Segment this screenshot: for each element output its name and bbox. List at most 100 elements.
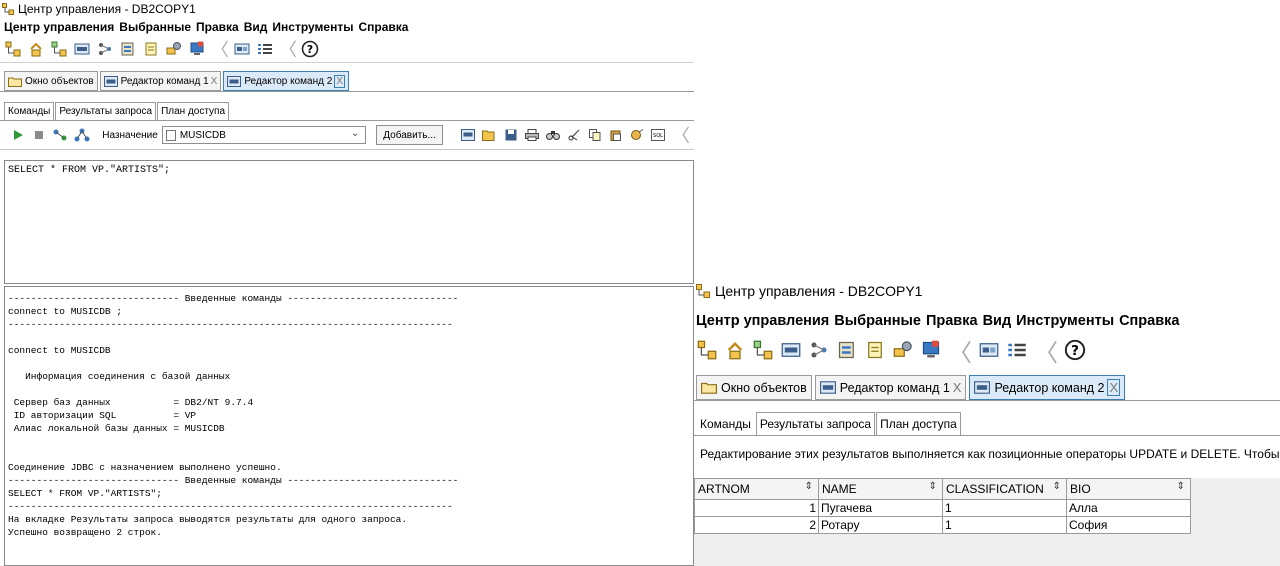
table-cell[interactable]: 2 (694, 516, 819, 534)
menu-edit[interactable]: Правка (196, 20, 239, 34)
journal-icon[interactable] (836, 339, 858, 361)
paste-icon[interactable] (609, 126, 624, 144)
contents-icon[interactable] (978, 339, 1000, 361)
tab-object-view[interactable]: Окно объектов (696, 375, 812, 400)
print-icon[interactable] (524, 126, 539, 144)
table-cell[interactable]: Пугачева (818, 499, 943, 517)
notes-icon[interactable] (864, 339, 886, 361)
column-header-artnom[interactable]: ARTNOM ⇕ (694, 478, 819, 500)
subtab-commands[interactable]: Команды (696, 412, 755, 435)
table-row: 2 Ротару 1 София (694, 516, 1191, 534)
notes-icon[interactable] (142, 40, 160, 58)
menu-help[interactable]: Справка (1119, 313, 1179, 329)
object-tree-icon[interactable] (4, 40, 22, 58)
tab-command-editor-2[interactable]: Редактор команд 2 X (223, 71, 349, 91)
table-cell[interactable]: Алла (1066, 499, 1191, 517)
explain-icon[interactable] (52, 126, 68, 144)
access-plan-icon[interactable] (74, 126, 90, 144)
output-line: Успешно возвращено 2 строк. (8, 527, 162, 538)
task-center-icon[interactable] (808, 339, 830, 361)
menu-view[interactable]: Вид (983, 313, 1012, 329)
table-cell[interactable]: София (1066, 516, 1191, 534)
output-line: На вкладке Результаты запроса выводятся … (8, 514, 408, 525)
open-folder-icon[interactable] (482, 126, 497, 144)
toolbar-separator: 〈 (211, 40, 229, 60)
list-icon[interactable] (1006, 339, 1028, 361)
journal-icon[interactable] (119, 40, 137, 58)
connect-icon[interactable] (50, 40, 68, 58)
tab-command-editor-1[interactable]: Редактор команд 1 X (814, 375, 967, 400)
sql-editor[interactable]: SELECT * FROM VP."ARTISTS"; (4, 160, 694, 284)
menu-view[interactable]: Вид (244, 20, 268, 34)
menu-bar: Центр управления Выбранные Правка Вид Ин… (694, 308, 1280, 334)
object-detail-icon[interactable] (27, 40, 45, 58)
add-button[interactable]: Добавить... (376, 125, 443, 145)
menu-control-center[interactable]: Центр управления (4, 20, 114, 34)
list-icon[interactable] (256, 40, 274, 58)
connect-icon[interactable] (752, 339, 774, 361)
find-icon[interactable] (545, 126, 560, 144)
tab-object-view[interactable]: Окно объектов (4, 71, 98, 91)
close-tab-icon[interactable]: X (334, 74, 345, 88)
column-header-classification[interactable]: CLASSIFICATION ⇕ (942, 478, 1067, 500)
command-editor-icon[interactable] (780, 339, 802, 361)
column-header-bio[interactable]: BIO ⇕ (1066, 478, 1191, 500)
sql-assist-icon[interactable]: SQL (651, 126, 666, 144)
sort-icon[interactable]: ⇕ (1177, 481, 1185, 492)
command-editor-icon (227, 75, 242, 87)
sort-icon[interactable]: ⇕ (805, 481, 813, 492)
health-center-icon[interactable] (188, 40, 206, 58)
object-tree-icon[interactable] (696, 339, 718, 361)
help-icon[interactable]: ? (301, 40, 319, 58)
sort-icon[interactable]: ⇕ (929, 481, 937, 492)
table-cell[interactable]: Ротару (818, 516, 943, 534)
new-script-icon[interactable] (461, 126, 476, 144)
table-cell[interactable]: 1 (694, 499, 819, 517)
table-cell[interactable]: 1 (942, 499, 1067, 517)
menu-tools[interactable]: Инструменты (1016, 313, 1114, 329)
subtab-access-plan[interactable]: План доступа (876, 412, 961, 435)
menu-control-center[interactable]: Центр управления (696, 313, 829, 329)
sort-icon[interactable]: ⇕ (1053, 481, 1061, 492)
close-tab-icon[interactable]: X (1107, 379, 1121, 396)
subtab-access-plan[interactable]: План доступа (157, 102, 230, 120)
subtab-query-results[interactable]: Результаты запроса (755, 412, 876, 435)
save-icon[interactable] (503, 126, 518, 144)
output-line: connect to MUSICDB ; (8, 306, 123, 317)
menu-edit[interactable]: Правка (926, 313, 978, 329)
tools-settings-icon[interactable] (892, 339, 914, 361)
command-editor-icon[interactable] (73, 40, 91, 58)
output-line: ------------------------------ Введенные… (8, 293, 459, 304)
output-line: Соединение JDBC с назначением выполнено … (8, 462, 282, 473)
tab-command-editor-1[interactable]: Редактор команд 1 X (99, 71, 222, 91)
command-toolbar: Назначение MUSICDB ⌄ Добавить... SQL 〈 (0, 121, 694, 150)
column-header-name[interactable]: NAME ⇕ (818, 478, 943, 500)
menu-selected[interactable]: Выбранные (834, 313, 921, 329)
help-icon[interactable]: ? (1064, 339, 1086, 361)
tools-settings-icon[interactable] (165, 40, 183, 58)
subtab-commands[interactable]: Команды (4, 102, 55, 120)
main-toolbar: 〈 〈 ? (0, 36, 694, 63)
menu-tools[interactable]: Инструменты (272, 20, 353, 34)
menu-selected[interactable]: Выбранные (119, 20, 191, 34)
clear-icon[interactable] (630, 126, 645, 144)
stop-icon[interactable] (31, 126, 46, 144)
tab-command-editor-2[interactable]: Редактор команд 2 X (969, 375, 1126, 400)
copy-icon[interactable] (588, 126, 603, 144)
close-tab-icon[interactable]: X (953, 380, 962, 395)
menu-help[interactable]: Справка (358, 20, 408, 34)
close-tab-icon[interactable]: X (211, 76, 218, 87)
subtab-query-results[interactable]: Результаты запроса (55, 102, 157, 120)
task-center-icon[interactable] (96, 40, 114, 58)
command-subtabs: Команды Результаты запроса План доступа (694, 401, 1280, 436)
cut-icon[interactable] (566, 126, 581, 144)
contents-icon[interactable] (233, 40, 251, 58)
target-database-select[interactable]: MUSICDB ⌄ (161, 126, 367, 144)
run-icon[interactable] (10, 126, 25, 144)
health-center-icon[interactable] (920, 339, 942, 361)
object-detail-icon[interactable] (724, 339, 746, 361)
table-cell[interactable]: 1 (942, 516, 1067, 534)
